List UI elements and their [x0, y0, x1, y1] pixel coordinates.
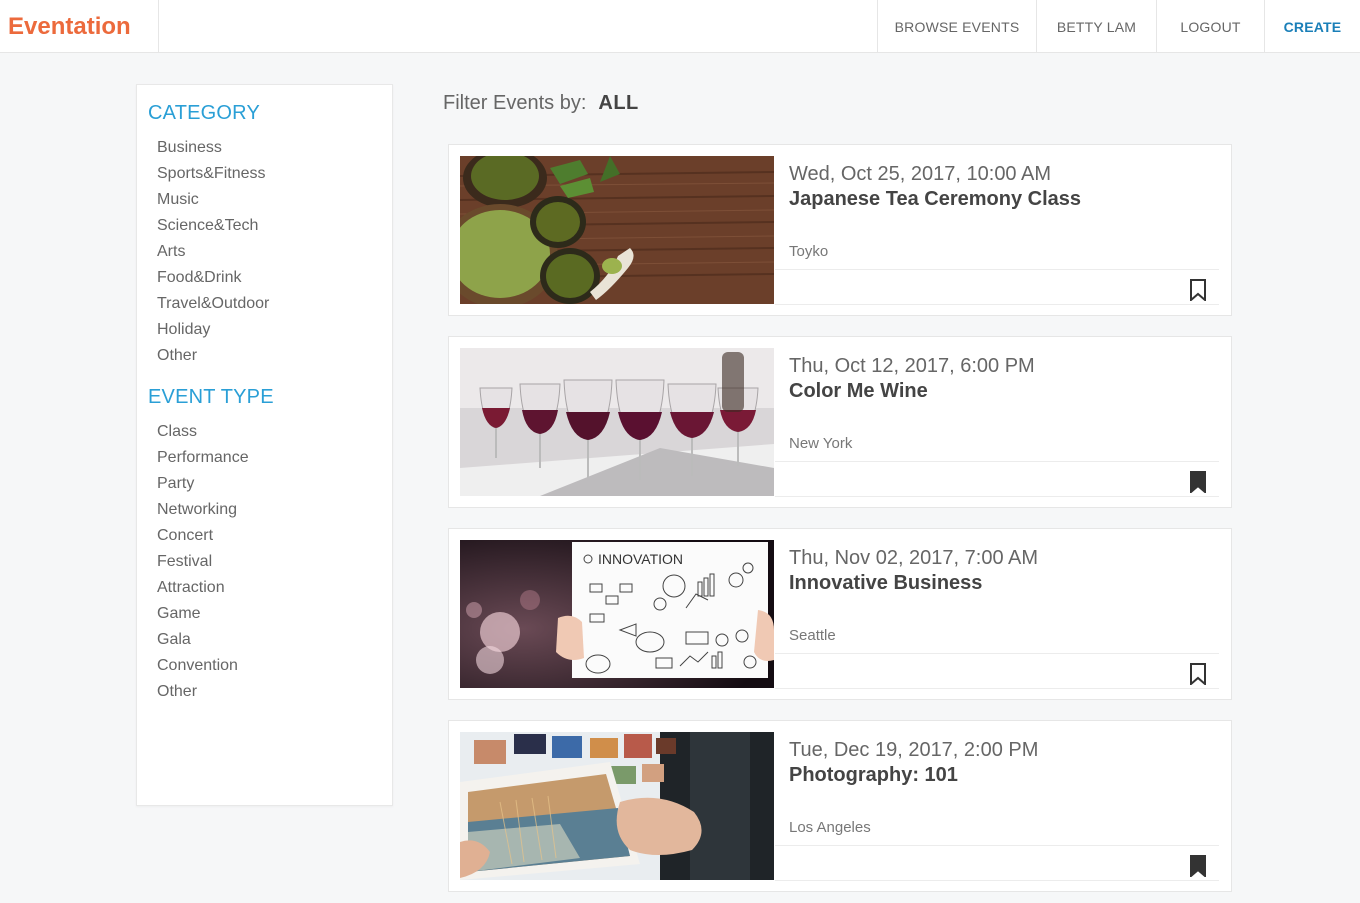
category-item-science-tech[interactable]: Science&Tech: [157, 213, 269, 239]
nav-browse-events[interactable]: BROWSE EVENTS: [877, 0, 1036, 53]
bookmark-outline-icon[interactable]: [1188, 279, 1208, 303]
category-item-arts[interactable]: Arts: [157, 239, 269, 265]
event-card[interactable]: INNOVATION Thu, Nov 02, 2017, 7:00 AM In…: [448, 528, 1232, 700]
brand-logo[interactable]: Eventation: [0, 0, 159, 53]
event-type-item-performance[interactable]: Performance: [157, 445, 249, 471]
filter-sidebar: CATEGORY Business Sports&Fitness Music S…: [136, 84, 393, 806]
event-image[interactable]: INNOVATION: [460, 540, 774, 688]
top-navbar: Eventation BROWSE EVENTS BETTY LAM LOGOU…: [0, 0, 1360, 53]
event-type-heading: EVENT TYPE: [148, 386, 274, 408]
event-date: Wed, Oct 25, 2017, 10:00 AM: [789, 163, 1052, 185]
event-type-item-networking[interactable]: Networking: [157, 497, 249, 523]
event-image[interactable]: [460, 156, 774, 304]
nav-user-profile[interactable]: BETTY LAM: [1036, 0, 1156, 53]
event-location: Los Angeles: [789, 819, 871, 836]
bookmark-outline-icon[interactable]: [1188, 663, 1208, 687]
event-type-item-attraction[interactable]: Attraction: [157, 575, 249, 601]
event-card[interactable]: Wed, Oct 25, 2017, 10:00 AM Japanese Tea…: [448, 144, 1232, 316]
event-card[interactable]: Thu, Oct 12, 2017, 6:00 PM Color Me Wine…: [448, 336, 1232, 508]
category-item-food-drink[interactable]: Food&Drink: [157, 265, 269, 291]
event-location: Seattle: [789, 627, 836, 644]
divider: [775, 653, 1219, 654]
event-type-item-party[interactable]: Party: [157, 471, 249, 497]
event-location: New York: [789, 435, 853, 452]
event-type-item-festival[interactable]: Festival: [157, 549, 249, 575]
bookmark-filled-icon[interactable]: [1188, 471, 1208, 495]
divider: [775, 845, 1219, 846]
filter-value: ALL: [598, 92, 639, 114]
event-image[interactable]: [460, 348, 774, 496]
innovation-text: INNOVATION: [598, 551, 683, 567]
divider: [775, 304, 1219, 305]
event-date: Thu, Nov 02, 2017, 7:00 AM: [789, 547, 1039, 569]
event-type-item-class[interactable]: Class: [157, 419, 249, 445]
event-title[interactable]: Innovative Business: [789, 572, 982, 595]
category-item-sports-fitness[interactable]: Sports&Fitness: [157, 161, 269, 187]
filter-bar: Filter Events by: ALL: [443, 92, 639, 115]
event-location: Toyko: [789, 243, 829, 260]
category-list: Business Sports&Fitness Music Science&Te…: [157, 135, 269, 369]
category-item-other[interactable]: Other: [157, 343, 269, 369]
filter-label: Filter Events by:: [443, 92, 587, 114]
nav-create[interactable]: CREATE: [1264, 0, 1360, 53]
nav-logout[interactable]: LOGOUT: [1156, 0, 1264, 53]
event-type-item-convention[interactable]: Convention: [157, 653, 249, 679]
brand-name[interactable]: Eventation: [8, 13, 131, 41]
category-item-music[interactable]: Music: [157, 187, 269, 213]
event-image[interactable]: [460, 732, 774, 880]
bookmark-filled-icon[interactable]: [1188, 855, 1208, 879]
event-type-list: Class Performance Party Networking Conce…: [157, 419, 249, 705]
event-type-item-game[interactable]: Game: [157, 601, 249, 627]
event-date: Thu, Oct 12, 2017, 6:00 PM: [789, 355, 1035, 377]
divider: [775, 688, 1219, 689]
category-item-business[interactable]: Business: [157, 135, 269, 161]
category-item-holiday[interactable]: Holiday: [157, 317, 269, 343]
event-card[interactable]: Tue, Dec 19, 2017, 2:00 PM Photography: …: [448, 720, 1232, 892]
category-item-travel-outdoor[interactable]: Travel&Outdoor: [157, 291, 269, 317]
event-type-item-gala[interactable]: Gala: [157, 627, 249, 653]
divider: [775, 496, 1219, 497]
event-title[interactable]: Photography: 101: [789, 764, 958, 787]
divider: [775, 269, 1219, 270]
event-type-item-concert[interactable]: Concert: [157, 523, 249, 549]
event-date: Tue, Dec 19, 2017, 2:00 PM: [789, 739, 1039, 761]
category-heading: CATEGORY: [148, 102, 260, 124]
event-title[interactable]: Japanese Tea Ceremony Class: [789, 188, 1081, 211]
event-type-item-other[interactable]: Other: [157, 679, 249, 705]
event-title[interactable]: Color Me Wine: [789, 380, 928, 403]
divider: [775, 880, 1219, 881]
divider: [775, 461, 1219, 462]
